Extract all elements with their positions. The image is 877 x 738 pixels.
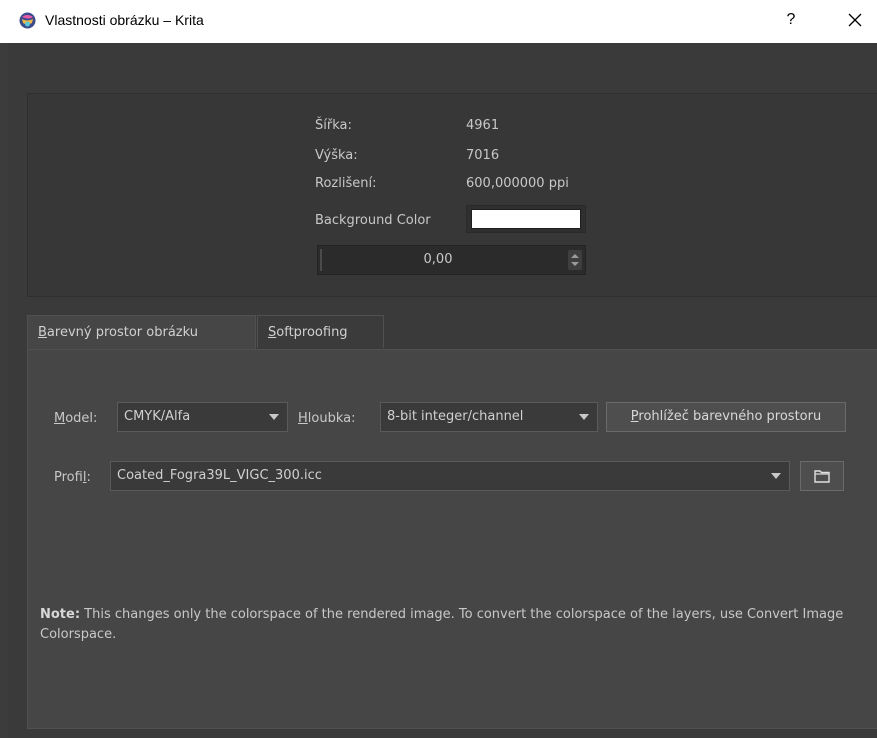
- profile-label-text: Profi: [54, 470, 83, 485]
- colorspace-browser-button[interactable]: Prohlížeč barevného prostoru: [606, 402, 846, 432]
- profile-combobox[interactable]: Coated_Fogra39L_VIGC_300.icc: [110, 461, 790, 491]
- background-color-label: Background Color: [315, 213, 431, 228]
- tab-color-space[interactable]: Barevný prostor obrázku: [27, 315, 256, 350]
- model-value: CMYK/Alfa: [124, 409, 191, 424]
- opacity-spinbox[interactable]: 0,00: [317, 245, 586, 275]
- tab-color-space-mnemonic: B: [38, 325, 47, 340]
- open-profile-button[interactable]: [800, 461, 844, 491]
- tab-softproofing-label: oftproofing: [276, 325, 348, 340]
- note-heading: Note:: [40, 607, 81, 622]
- title-bar: Vlastnosti obrázku – Krita ?: [0, 0, 877, 43]
- model-label-text: odel:: [65, 411, 98, 426]
- chevron-down-icon: [771, 473, 781, 479]
- krita-icon: [19, 12, 36, 29]
- close-button[interactable]: [838, 0, 872, 40]
- folder-icon: [814, 470, 830, 483]
- depth-value: 8-bit integer/channel: [387, 409, 524, 424]
- profile-value: Coated_Fogra39L_VIGC_300.icc: [117, 468, 322, 483]
- resolution-value: 600,000000 ppi: [466, 176, 569, 191]
- image-properties-dialog: Šířka: 4961 Výška: 7016 Rozlišení: 600,0…: [8, 43, 877, 738]
- profile-label-colon: :: [86, 470, 91, 485]
- model-combobox[interactable]: CMYK/Alfa: [117, 402, 288, 432]
- depth-label: Hloubka:: [298, 411, 355, 426]
- colorspace-browser-label: rohlížeč barevného prostoru: [638, 409, 822, 424]
- height-label: Výška:: [315, 148, 358, 163]
- depth-label-mnemonic: H: [298, 411, 308, 426]
- model-label-mnemonic: M: [54, 411, 66, 426]
- colorspace-note: Note: This changes only the colorspace o…: [40, 605, 877, 645]
- opacity-value: 0,00: [423, 252, 453, 267]
- depth-combobox[interactable]: 8-bit integer/channel: [380, 402, 598, 432]
- note-text: This changes only the colorspace of the …: [40, 607, 844, 642]
- close-icon: [848, 13, 862, 27]
- background-color-swatch: [471, 209, 581, 229]
- help-button[interactable]: ?: [776, 0, 806, 40]
- chevron-down-icon: [579, 414, 589, 420]
- height-value: 7016: [466, 148, 500, 163]
- spin-arrows-icon[interactable]: [568, 250, 582, 270]
- image-info-panel: Šířka: 4961 Výška: 7016 Rozlišení: 600,0…: [27, 93, 877, 297]
- tab-color-space-label: arevný prostor obrázku: [46, 325, 198, 340]
- window-title: Vlastnosti obrázku – Krita: [45, 12, 204, 28]
- color-space-tab-pane: Model: CMYK/Alfa Hloubka: 8-bit integer/…: [27, 349, 877, 729]
- model-label: Model:: [54, 411, 97, 426]
- profile-label: Profil:: [54, 470, 91, 485]
- background-color-button[interactable]: [466, 205, 586, 233]
- depth-label-text: loubka:: [307, 411, 356, 426]
- width-label: Šířka:: [315, 118, 352, 133]
- tab-softproofing[interactable]: Softproofing: [257, 315, 384, 348]
- chevron-down-icon: [269, 414, 279, 420]
- width-value: 4961: [466, 118, 500, 133]
- resolution-label: Rozlišení:: [315, 176, 377, 191]
